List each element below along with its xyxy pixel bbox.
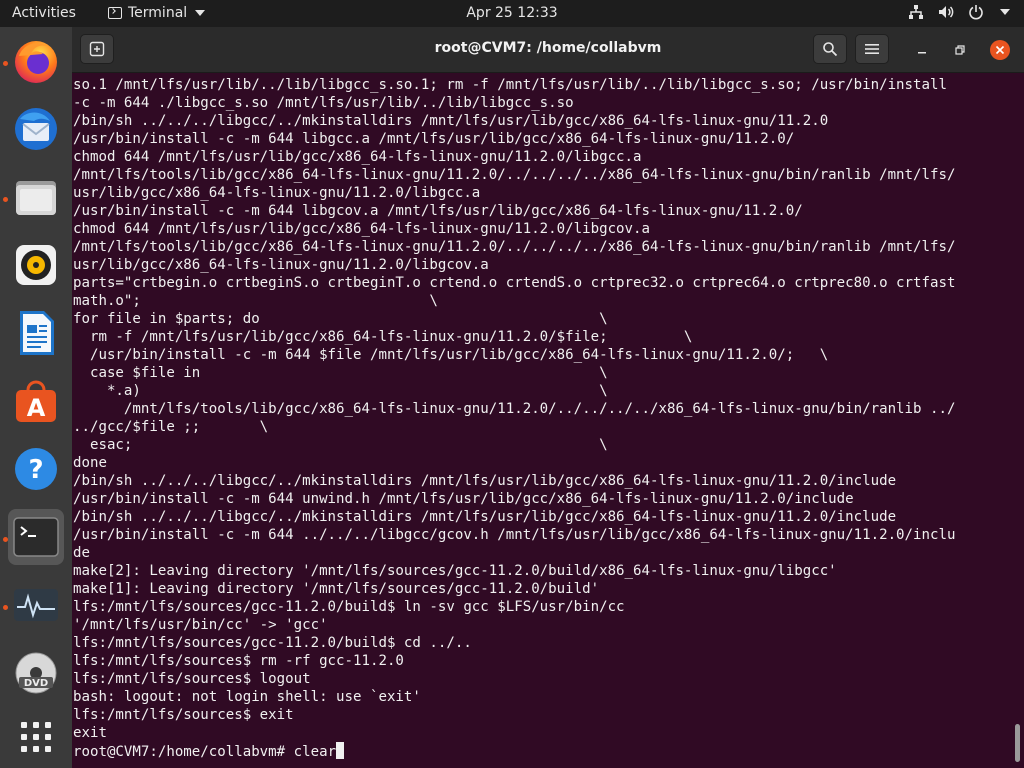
terminal-line: usr/lib/gcc/x86_64-lfs-linux-gnu/11.2.0/… [73, 185, 481, 201]
search-button[interactable] [813, 34, 847, 64]
app-menu[interactable]: Terminal [108, 5, 206, 21]
terminal-line: lfs:/mnt/lfs/sources$ rm -rf gcc-11.2.0 [73, 653, 404, 669]
thunderbird-icon [15, 108, 57, 150]
terminal-line: math.o"; \ [73, 293, 438, 309]
terminal-icon [13, 517, 59, 557]
new-tab-icon [89, 41, 105, 57]
close-button[interactable] [990, 40, 1010, 60]
terminal-line: -c -m 644 ./libgcc_s.so /mnt/lfs/usr/lib… [73, 95, 574, 111]
terminal-line: de [73, 545, 90, 561]
svg-text:DVD: DVD [24, 678, 48, 689]
new-tab-button[interactable] [80, 34, 114, 64]
terminal-line: /bin/sh ../../../libgcc/../mkinstalldirs… [73, 473, 897, 489]
firefox-icon [15, 41, 57, 83]
terminal-line: esac; \ [73, 437, 608, 453]
dock-item-writer[interactable] [8, 305, 64, 361]
terminal-line: /usr/bin/install -c -m 644 ../../../libg… [73, 527, 956, 543]
dock-item-firefox[interactable] [8, 33, 64, 89]
terminal-line: lfs:/mnt/lfs/sources/gcc-11.2.0/build$ l… [73, 599, 625, 615]
terminal-line: /mnt/lfs/tools/lib/gcc/x86_64-lfs-linux-… [73, 167, 956, 183]
app-grid-icon [21, 722, 51, 752]
document-icon [20, 311, 54, 355]
terminal-line: *.a) \ [73, 383, 608, 399]
clock[interactable]: Apr 25 12:33 [466, 5, 557, 21]
terminal-line: make[2]: Leaving directory '/mnt/lfs/sou… [73, 563, 837, 579]
terminal-line: usr/lib/gcc/x86_64-lfs-linux-gnu/11.2.0/… [73, 257, 489, 273]
restore-icon [955, 45, 965, 55]
chevron-down-icon [1000, 9, 1010, 15]
terminal-line: so.1 /mnt/lfs/usr/lib/../lib/libgcc_s.so… [73, 77, 947, 93]
command-input[interactable]: clear [294, 744, 336, 760]
terminal-line: '/mnt/lfs/usr/bin/cc' -> 'gcc' [73, 617, 328, 633]
dock-item-system-monitor[interactable] [8, 577, 64, 633]
terminal-line: /mnt/lfs/tools/lib/gcc/x86_64-lfs-linux-… [73, 239, 956, 255]
dock: A ? DVD [0, 27, 72, 768]
maximize-button[interactable] [950, 40, 970, 60]
help-icon: ? [15, 448, 57, 490]
terminal-line: ../gcc/$file ;; \ [73, 419, 269, 435]
volume-icon [939, 6, 954, 18]
terminal-line: exit [73, 725, 107, 741]
dock-item-software[interactable]: A [8, 373, 64, 429]
network-icon [909, 5, 923, 19]
chevron-down-icon [195, 10, 206, 16]
window-header[interactable]: root@CVM7: /home/collabvm [72, 27, 1024, 73]
terminal-line: bash: logout: not login shell: use `exit… [73, 689, 421, 705]
terminal-window: root@CVM7: /home/collabvm so.1 /mnt/lfs/… [72, 27, 1024, 768]
terminal-line: make[1]: Leaving directory '/mnt/lfs/sou… [73, 581, 600, 597]
terminal-icon [108, 7, 122, 19]
dock-item-dvd[interactable]: DVD [8, 645, 64, 701]
scrollbar[interactable] [1015, 724, 1020, 762]
text-cursor [336, 742, 345, 759]
terminal-line: /usr/bin/install -c -m 644 unwind.h /mnt… [73, 491, 854, 507]
terminal-line: /bin/sh ../../../libgcc/../mkinstalldirs… [73, 113, 829, 129]
menu-button[interactable] [855, 34, 889, 64]
minimize-button[interactable] [912, 40, 932, 60]
activities-button[interactable]: Activities [12, 5, 76, 21]
dock-item-rhythmbox[interactable] [8, 237, 64, 293]
terminal-line: /usr/bin/install -c -m 644 libgcc.a /mnt… [73, 131, 795, 147]
system-monitor-icon [14, 589, 58, 621]
terminal-output[interactable]: so.1 /mnt/lfs/usr/lib/../lib/libgcc_s.so… [73, 76, 1013, 766]
dock-item-thunderbird[interactable] [8, 101, 64, 157]
dock-item-terminal[interactable] [8, 509, 64, 565]
system-tray[interactable] [908, 4, 1010, 20]
power-icon [969, 5, 983, 20]
terminal-line: /mnt/lfs/tools/lib/gcc/x86_64-lfs-linux-… [73, 401, 956, 417]
search-icon [823, 42, 838, 57]
terminal-line: /usr/bin/install -c -m 644 $file /mnt/lf… [73, 347, 829, 363]
terminal-line: lfs:/mnt/lfs/sources/gcc-11.2.0/build$ c… [73, 635, 472, 651]
terminal-line: chmod 644 /mnt/lfs/usr/lib/gcc/x86_64-lf… [73, 149, 642, 165]
terminal-line: done [73, 455, 107, 471]
terminal-line: lfs:/mnt/lfs/sources$ logout [73, 671, 311, 687]
terminal-line: rm -f /mnt/lfs/usr/lib/gcc/x86_64-lfs-li… [73, 329, 693, 345]
terminal-line: chmod 644 /mnt/lfs/usr/lib/gcc/x86_64-lf… [73, 221, 650, 237]
svg-text:?: ? [28, 455, 43, 485]
folder-icon [16, 181, 56, 215]
terminal-line: parts="crtbegin.o crtbeginS.o crtbeginT.… [73, 275, 956, 291]
minimize-icon [918, 52, 926, 54]
close-icon [995, 45, 1005, 55]
svg-text:A: A [27, 394, 46, 422]
show-applications-button[interactable] [8, 709, 64, 765]
app-menu-label: Terminal [128, 5, 188, 21]
software-store-icon: A [16, 380, 56, 422]
rhythmbox-icon [16, 245, 56, 285]
dock-item-files[interactable] [8, 169, 64, 225]
dvd-icon: DVD [15, 652, 57, 694]
hamburger-icon [865, 44, 879, 54]
terminal-line: case $file in \ [73, 365, 608, 381]
terminal-prompt-line[interactable]: root@CVM7:/home/collabvm# clear [73, 742, 1013, 760]
terminal-line: /usr/bin/install -c -m 644 libgcov.a /mn… [73, 203, 803, 219]
terminal-line: lfs:/mnt/lfs/sources$ exit [73, 707, 294, 723]
top-bar: Activities Terminal Apr 25 12:33 [0, 0, 1024, 27]
terminal-line: for file in $parts; do \ [73, 311, 608, 327]
dock-item-help[interactable]: ? [8, 441, 64, 497]
terminal-line: /bin/sh ../../../libgcc/../mkinstalldirs… [73, 509, 897, 525]
shell-prompt: root@CVM7:/home/collabvm# [73, 744, 294, 760]
